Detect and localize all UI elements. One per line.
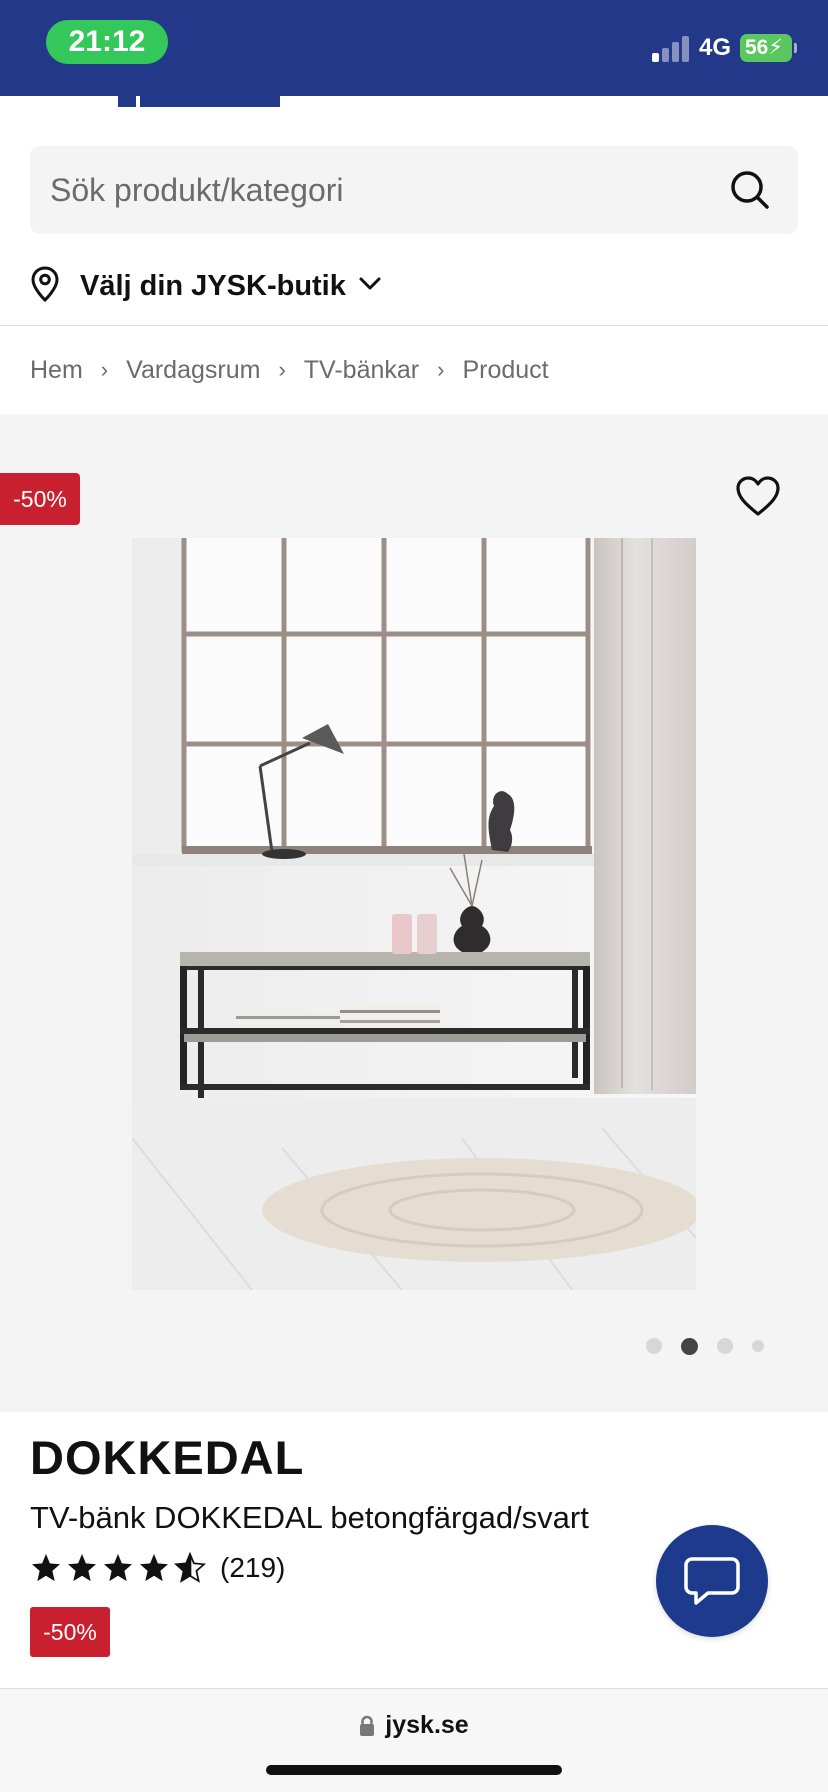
search-input[interactable] xyxy=(50,146,710,234)
url-display[interactable]: jysk.se xyxy=(0,1711,828,1740)
search-bar xyxy=(30,146,798,234)
charging-icon: ⚡ xyxy=(768,36,784,59)
breadcrumb-product: Product xyxy=(462,355,549,384)
discount-badge: -50% xyxy=(0,473,80,525)
url-text: jysk.se xyxy=(385,1711,469,1739)
store-selector[interactable]: Välj din JYSK-butik xyxy=(30,262,382,310)
network-type: 4G xyxy=(699,34,732,61)
heart-icon[interactable] xyxy=(734,474,782,518)
status-time: 21:12 xyxy=(46,20,168,64)
chevron-right-icon: › xyxy=(100,357,109,382)
image-carousel-indicator[interactable] xyxy=(646,1336,764,1356)
carousel-dot[interactable] xyxy=(646,1338,662,1354)
store-selector-label: Välj din JYSK-butik xyxy=(80,269,346,302)
battery-icon: 56⚡ xyxy=(740,34,797,62)
battery-level: 56 xyxy=(745,36,769,59)
product-image[interactable] xyxy=(132,538,696,1290)
chevron-right-icon: › xyxy=(437,357,445,382)
location-pin-icon xyxy=(30,265,60,307)
product-rating[interactable]: (219) xyxy=(30,1548,285,1588)
product-brand: DOKKEDAL xyxy=(30,1431,305,1484)
chevron-right-icon: › xyxy=(278,357,286,382)
price-discount-badge: -50% xyxy=(30,1607,110,1657)
carousel-dot[interactable] xyxy=(752,1340,764,1352)
chat-button[interactable] xyxy=(656,1525,768,1637)
breadcrumb: Hem › Vardagsrum › TV-bänkar › Product xyxy=(30,350,549,390)
carousel-dot[interactable] xyxy=(717,1338,733,1354)
search-icon[interactable] xyxy=(724,164,776,216)
signal-strength-icon xyxy=(652,34,692,62)
star-icon xyxy=(140,1554,168,1582)
star-icon xyxy=(32,1554,60,1582)
status-bar: 21:12 4G 56⚡ xyxy=(0,0,828,96)
star-half-icon xyxy=(174,1552,206,1583)
carousel-dot-active[interactable] xyxy=(681,1337,698,1355)
header-divider xyxy=(0,325,828,326)
star-icon xyxy=(104,1554,132,1582)
home-indicator[interactable] xyxy=(266,1765,562,1775)
breadcrumb-home[interactable]: Hem xyxy=(30,356,83,385)
chat-bubble-icon xyxy=(684,1557,740,1605)
product-gallery[interactable]: -50% xyxy=(0,414,828,1412)
lock-icon xyxy=(360,1715,375,1736)
review-count[interactable]: (219) xyxy=(220,1552,285,1584)
star-rating xyxy=(30,1552,206,1584)
chevron-down-icon xyxy=(358,276,382,297)
star-icon xyxy=(68,1554,96,1582)
breadcrumb-vardagsrum[interactable]: Vardagsrum xyxy=(126,356,260,385)
breadcrumb-tv-bankar[interactable]: TV-bänkar xyxy=(304,356,419,385)
browser-url-bar[interactable]: jysk.se xyxy=(0,1688,828,1792)
site-logo[interactable] xyxy=(118,96,280,107)
product-name: TV-bänk DOKKEDAL betongfärgad/svart xyxy=(30,1500,589,1535)
